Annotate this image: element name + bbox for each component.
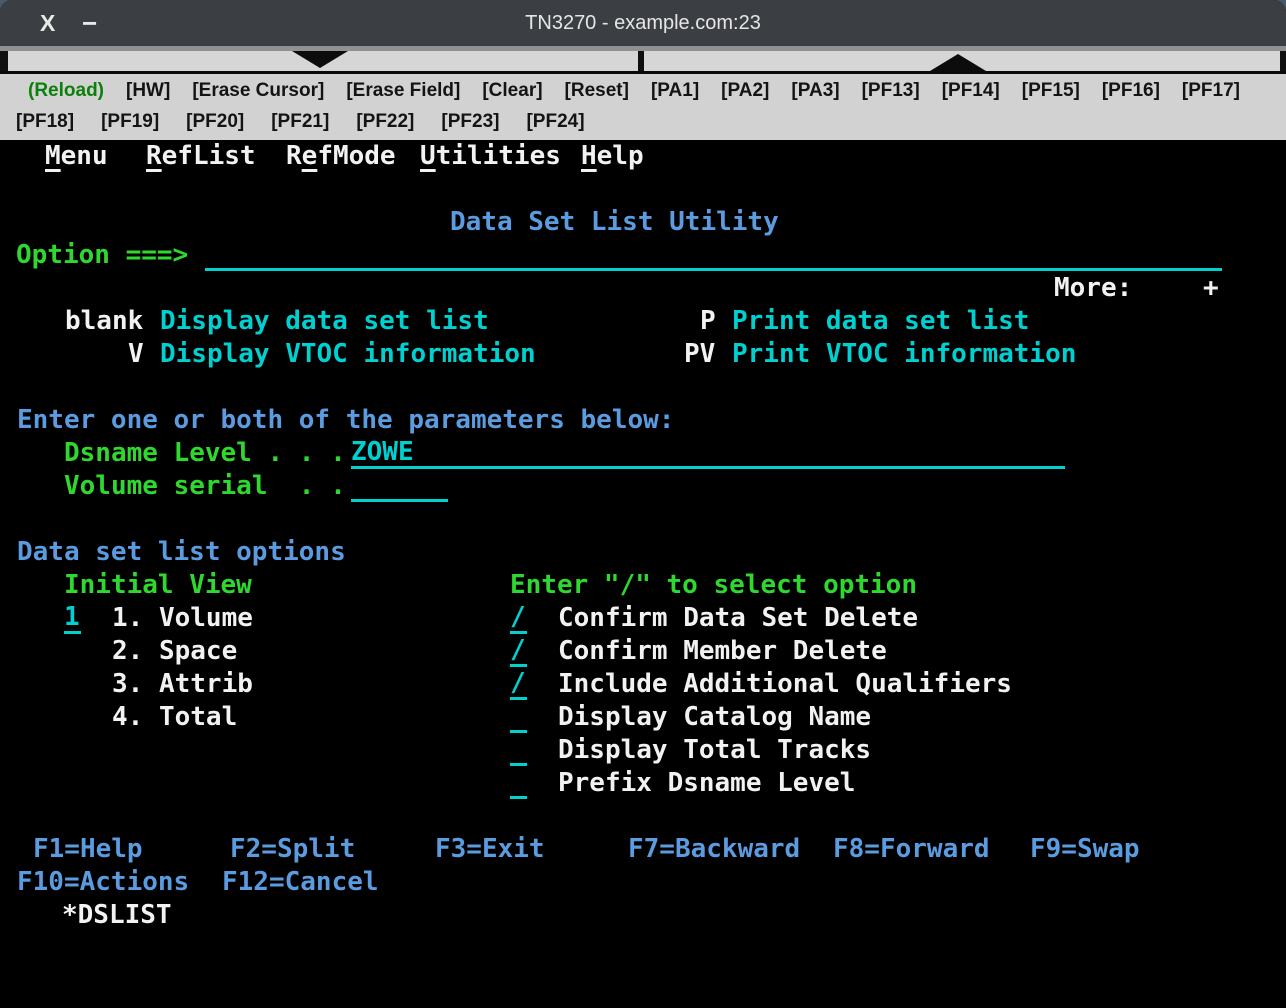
label-2-space: 2. Space	[112, 635, 237, 668]
menu-item-refmode[interactable]: RefMode	[286, 140, 396, 173]
menu-item-reflist[interactable]: RefList	[146, 140, 256, 173]
right-drawer-handle[interactable]	[644, 51, 1280, 71]
keypad-row-1: (Reload) [HW] [Erase Cursor] [Erase Field] […	[0, 74, 1286, 108]
fkey-f2-split: F2=Split	[230, 833, 355, 866]
label-confirm-data-set-delete: Confirm Data Set Delete	[558, 602, 918, 635]
left-drawer-handle[interactable]	[8, 51, 638, 71]
label-4-total: 4. Total	[112, 701, 237, 734]
toolbar-button-pf17[interactable]: [PF17]	[1182, 80, 1240, 102]
label-3-attrib: 3. Attrib	[112, 668, 253, 701]
label-volume-serial: Volume serial . .	[64, 470, 346, 503]
initial-view-input[interactable]: 1	[64, 602, 81, 634]
fkey-f3-exit: F3=Exit	[435, 833, 545, 866]
toolbar-button-clear[interactable]: [Clear]	[482, 80, 542, 102]
label-p-option: P	[700, 305, 716, 338]
dsname-level-input[interactable]: ZOWE	[351, 437, 1065, 469]
option-prompt: Option ===>	[16, 239, 188, 272]
toolbar-button-pf21[interactable]: [PF21]	[271, 111, 329, 133]
section-enter-parameters: Enter one or both of the parameters belo…	[17, 404, 674, 437]
toolbar-button-pa2[interactable]: [PA2]	[721, 80, 769, 102]
fkey-f9-swap: F9=Swap	[1030, 833, 1140, 866]
label-v-option: V	[128, 338, 144, 371]
include-additional-qualifiers-input[interactable]: /	[510, 668, 527, 700]
separator-line	[17, 181, 1215, 185]
section-data-set-list-options: Data set list options	[17, 536, 346, 569]
menu-item-menu[interactable]: Menu	[45, 140, 108, 173]
oia-cursor-indicator-icon: ∧	[41, 955, 53, 972]
toolbar-button-reset[interactable]: [Reset]	[565, 80, 629, 102]
fkey-f12-cancel: F12=Cancel	[222, 866, 379, 899]
more-indicator: More:	[1054, 272, 1132, 305]
label-print-data-set-list: Print data set list	[732, 305, 1029, 338]
panel-title: Data Set List Utility	[450, 206, 779, 239]
toolbar-button-pf23[interactable]: [PF23]	[441, 111, 499, 133]
toolbar-button-hw[interactable]: [HW]	[126, 80, 170, 102]
prefix-dsname-level-input[interactable]	[510, 767, 527, 799]
toolbar-button-erase-cursor[interactable]: [Erase Cursor]	[192, 80, 324, 102]
fkey-f1-help: F1=Help	[33, 833, 143, 866]
toolbar-button-pf16[interactable]: [PF16]	[1102, 80, 1160, 102]
label-display-vtoc-information: Display VTOC information	[160, 338, 536, 371]
operator-information-area: MA A ∧ 10/028	[0, 953, 1286, 973]
toolbar-button-pf13[interactable]: [PF13]	[862, 80, 920, 102]
keypad-row-2: [PF18] [PF19] [PF20] [PF21] [PF22] [PF23] [PF2…	[0, 108, 1286, 136]
drawer-strip	[0, 51, 1286, 71]
toolbar-button-pf20[interactable]: [PF20]	[186, 111, 244, 133]
label-enter-slash-to-select: Enter "/" to select option	[510, 569, 917, 602]
label-initial-view: Initial View	[64, 569, 252, 602]
label-blank-option: blank	[65, 305, 143, 338]
toolbar-button-erase-field[interactable]: [Erase Field]	[346, 80, 460, 102]
fkey-f8-forward: F8=Forward	[833, 833, 990, 866]
label-confirm-member-delete: Confirm Member Delete	[558, 635, 887, 668]
toolbar-button-pf24[interactable]: [PF24]	[526, 111, 584, 133]
toolbar-button-pf22[interactable]: [PF22]	[356, 111, 414, 133]
label-print-vtoc-information: Print VTOC information	[732, 338, 1076, 371]
oia-status-ma: MA	[0, 955, 23, 972]
label-include-additional-qualifiers: Include Additional Qualifiers	[558, 668, 1012, 701]
display-total-tracks-input[interactable]	[510, 734, 527, 766]
oia-cursor-position: 10/028	[57, 955, 106, 972]
label-pv-option: PV	[684, 338, 715, 371]
label-display-total-tracks: Display Total Tracks	[558, 734, 871, 767]
toolbar-button-pf18[interactable]: [PF18]	[16, 111, 74, 133]
tn3270-window: X − TN3270 - example.com:23 (Reload) [HW]…	[0, 0, 1286, 1008]
label-dsname-level: Dsname Level . . .	[64, 437, 346, 470]
fkey-f7-backward: F7=Backward	[628, 833, 800, 866]
oia-status-a: A	[27, 955, 37, 972]
menu-item-utilities[interactable]: Utilities	[420, 140, 561, 173]
toolbar-button-reload[interactable]: (Reload)	[28, 80, 104, 102]
keypad-toolbar: (Reload) [HW] [Erase Cursor] [Erase Field] […	[0, 74, 1286, 140]
dslist-status: *DSLIST	[62, 899, 172, 932]
window-title: TN3270 - example.com:23	[0, 0, 1286, 46]
confirm-data-set-delete-input[interactable]: /	[510, 602, 527, 634]
volume-serial-input[interactable]	[351, 470, 448, 502]
chevron-down-icon	[292, 51, 348, 68]
title-bar: X − TN3270 - example.com:23	[0, 0, 1286, 46]
toolbar-button-pf14[interactable]: [PF14]	[942, 80, 1000, 102]
display-catalog-name-input[interactable]	[510, 701, 527, 733]
menu-item-help[interactable]: Help	[581, 140, 644, 173]
terminal-screen[interactable]: Menu RefList RefMode Utilities Help Data Set …	[0, 140, 1286, 953]
fkey-f10-actions: F10=Actions	[17, 866, 189, 899]
toolbar-button-pf19[interactable]: [PF19]	[101, 111, 159, 133]
label-1-volume: 1. Volume	[112, 602, 253, 635]
more-plus: +	[1203, 272, 1219, 305]
confirm-member-delete-input[interactable]: /	[510, 635, 527, 667]
option-input[interactable]	[205, 239, 1222, 271]
label-display-data-set-list: Display data set list	[160, 305, 489, 338]
label-display-catalog-name: Display Catalog Name	[558, 701, 871, 734]
chevron-up-icon	[930, 54, 986, 71]
toolbar-button-pa1[interactable]: [PA1]	[651, 80, 699, 102]
toolbar-button-pf15[interactable]: [PF15]	[1022, 80, 1080, 102]
label-prefix-dsname-level: Prefix Dsname Level	[558, 767, 855, 800]
toolbar-button-pa3[interactable]: [PA3]	[791, 80, 839, 102]
